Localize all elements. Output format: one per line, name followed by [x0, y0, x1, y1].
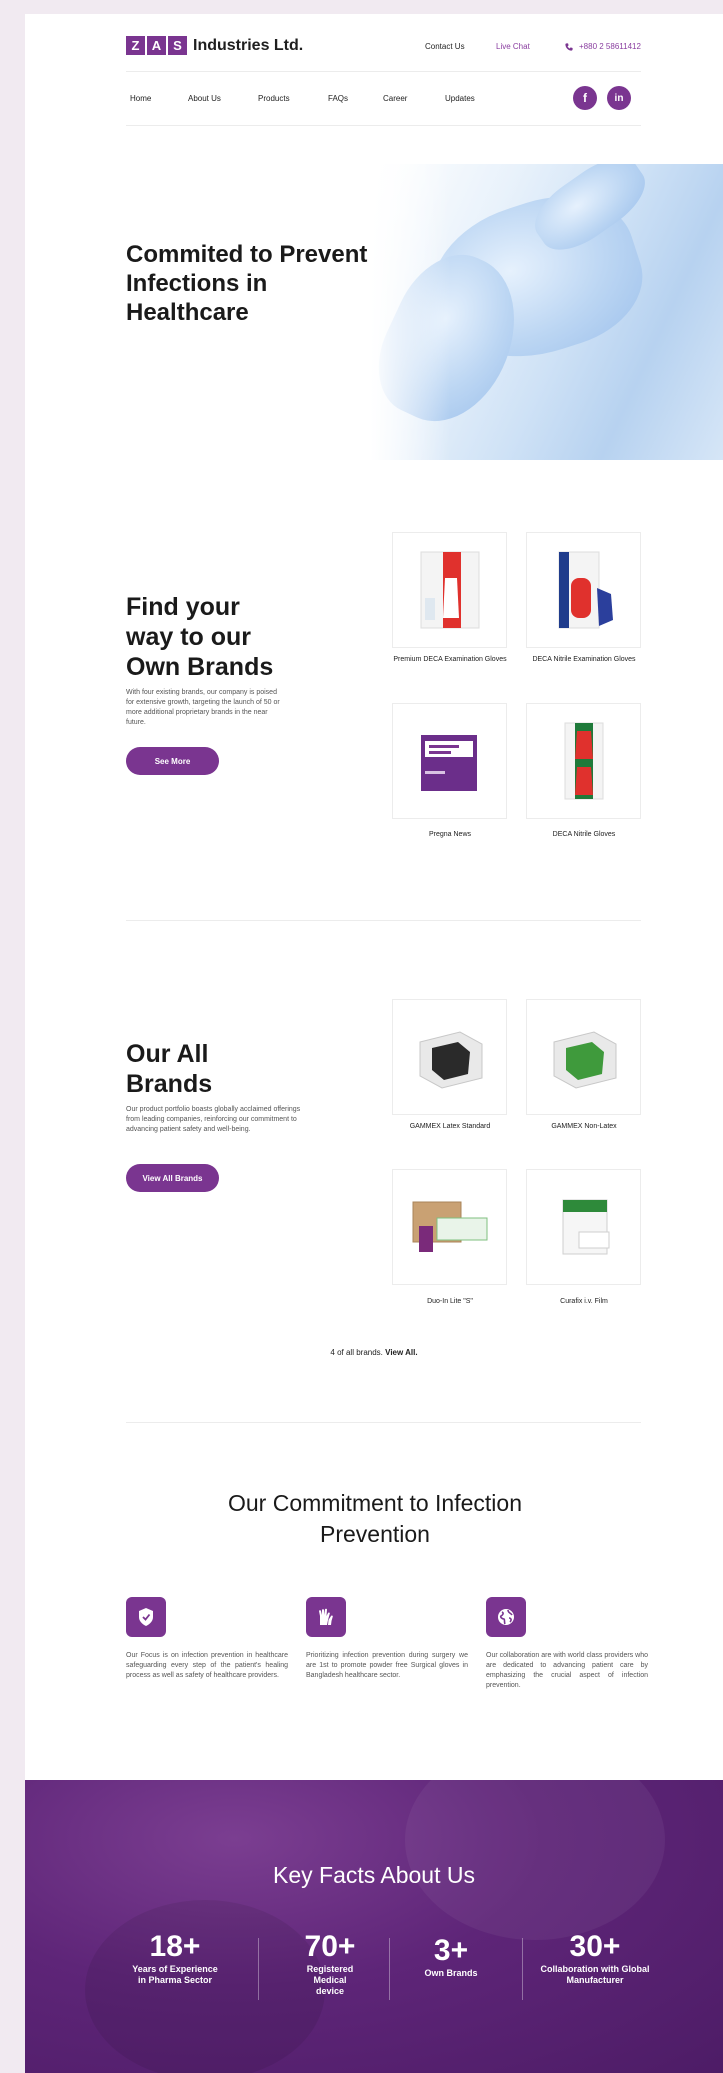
key-facts-section: Key Facts About Us 18+ Years of Experien… [25, 1780, 723, 2073]
brands-count-text: 4 of all brands. [330, 1348, 383, 1357]
logo[interactable]: Z A S Industries Ltd. [126, 36, 303, 55]
live-chat-link[interactable]: Live Chat [496, 42, 530, 51]
product-image [558, 551, 613, 629]
stat-number: 70+ [304, 1930, 356, 1963]
product-caption: Curafix i.v. Film [560, 1298, 608, 1305]
commitment-text: Our collaboration are with world class p… [486, 1652, 648, 1689]
product-caption: Premium DECA Examination Gloves [393, 656, 507, 663]
product-caption: DECA Nitrile Examination Gloves [532, 656, 636, 663]
stat-collaboration: 30+ Collaboration with Global Manufactur… [530, 1930, 660, 1986]
product-caption: Duo-In Lite "S" [427, 1298, 473, 1305]
view-all-link[interactable]: View All. [385, 1348, 417, 1357]
stat-brands: 3+ Own Brands [401, 1930, 501, 1979]
nav-faqs[interactable]: FAQs [328, 94, 348, 103]
product-caption: GAMMEX Non-Latex [551, 1123, 617, 1130]
see-more-button[interactable]: See More [126, 747, 219, 775]
all-brands-description: Our product portfolio boasts globally ac… [126, 1106, 301, 1133]
nav-home[interactable]: Home [130, 94, 151, 103]
stat-label: Registered Medical device [306, 1964, 354, 1996]
stat-number: 30+ [569, 1930, 621, 1963]
product-card-deca-nitrile-gloves[interactable] [526, 703, 641, 819]
section-divider [126, 1422, 641, 1423]
stat-divider [522, 1938, 523, 2000]
product-image [562, 1199, 609, 1255]
phone-icon [565, 42, 573, 51]
hero-title: Commited to Prevent Infections in Health… [126, 241, 368, 326]
page: Z A S Industries Ltd. Contact Us Live Ch… [25, 14, 723, 2073]
brands-count: 4 of all brands. View All. [25, 1348, 723, 1357]
stat-label: Years of Experience in Pharma Sector [132, 1964, 218, 1985]
stat-divider [258, 1938, 259, 2000]
nav-divider [126, 125, 641, 126]
product-card-duo-in-lite[interactable] [392, 1169, 507, 1285]
product-card-pregna-news[interactable] [392, 703, 507, 819]
commitment-title: Our Commitment to Infection Prevention [228, 1490, 522, 1547]
own-brands-description: With four existing brands, our company i… [126, 689, 280, 726]
logo-letter-z: Z [126, 36, 145, 55]
product-card-gammex-non-latex[interactable] [526, 999, 641, 1115]
product-caption: GAMMEX Latex Standard [409, 1123, 491, 1130]
product-image [412, 1201, 487, 1252]
shield-icon [126, 1597, 166, 1637]
header-divider [126, 71, 641, 72]
product-image [553, 1031, 616, 1089]
nav-about-us[interactable]: About Us [188, 94, 221, 103]
facebook-icon[interactable]: f [573, 86, 597, 110]
linkedin-icon[interactable]: in [607, 86, 631, 110]
product-card-premium-deca[interactable] [392, 532, 507, 648]
nav-products[interactable]: Products [258, 94, 290, 103]
section-divider [126, 920, 641, 921]
product-card-gammex-latex[interactable] [392, 999, 507, 1115]
contact-us-link[interactable]: Contact Us [425, 42, 465, 51]
own-brands-title: Find your way to our Own Brands [126, 593, 274, 681]
phone-link[interactable]: +880 2 58611412 [565, 42, 641, 51]
phone-number: +880 2 58611412 [579, 42, 641, 51]
stat-label: Own Brands [424, 1968, 478, 1978]
product-caption: Pregna News [428, 831, 472, 838]
logo-text: Industries Ltd. [193, 36, 304, 54]
product-image [419, 1031, 482, 1089]
stat-number: 3+ [433, 1934, 469, 1967]
stat-label: Collaboration with Global Manufacturer [540, 1964, 650, 1985]
logo-letter-a: A [147, 36, 166, 55]
view-all-brands-button[interactable]: View All Brands [126, 1164, 219, 1192]
stat-divider [389, 1938, 390, 2000]
product-caption: DECA Nitrile Gloves [552, 831, 616, 838]
product-image [564, 722, 603, 800]
globe-icon [486, 1597, 526, 1637]
commitment-text: Prioritizing infection prevention during… [306, 1652, 468, 1679]
stat-number: 18+ [149, 1930, 201, 1963]
stat-years: 18+ Years of Experience in Pharma Sector [110, 1930, 240, 1986]
nav-career[interactable]: Career [383, 94, 407, 103]
gloves-icon [306, 1597, 346, 1637]
product-image [420, 551, 479, 629]
stat-devices: 70+ Registered Medical device [265, 1930, 395, 1997]
key-facts-title: Key Facts About Us [273, 1862, 475, 1888]
logo-letter-s: S [168, 36, 187, 55]
product-card-curafix[interactable] [526, 1169, 641, 1285]
all-brands-title: Our All Brands [126, 1040, 213, 1098]
product-image [420, 735, 477, 791]
hero-image [370, 164, 723, 460]
commitment-text: Our Focus is on infection prevention in … [126, 1652, 288, 1679]
nav-updates[interactable]: Updates [445, 94, 475, 103]
product-card-deca-nitrile-exam[interactable] [526, 532, 641, 648]
